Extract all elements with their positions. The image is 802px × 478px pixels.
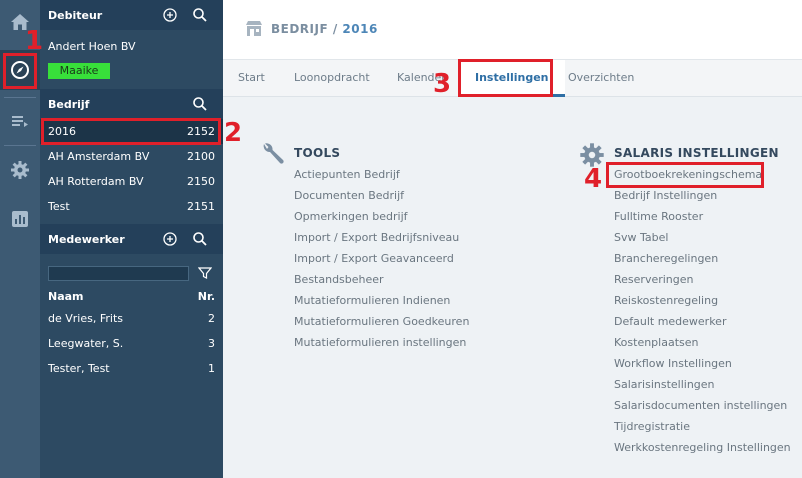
breadcrumb: BEDRIJF / 2016	[271, 22, 378, 36]
row-label: Leegwater, S.	[48, 337, 124, 350]
salaris-link[interactable]: Workflow Instellingen	[614, 357, 732, 370]
rail-divider	[4, 145, 36, 146]
tools-link[interactable]: Import / Export Geavanceerd	[294, 252, 454, 265]
salaris-link[interactable]: Reiskostenregeling	[614, 294, 718, 307]
tab-overzichten[interactable]: Overzichten	[568, 71, 634, 84]
annotation-box-compass	[3, 53, 37, 89]
employee-row[interactable]: Leegwater, S. 3	[40, 331, 223, 356]
salaris-link[interactable]: Tijdregistratie	[614, 420, 690, 433]
medewerker-header: Medewerker	[40, 224, 223, 254]
chart-icon	[12, 211, 28, 227]
annotation-number: 4	[584, 164, 603, 194]
settings-button[interactable]	[0, 150, 40, 190]
salaris-title: SALARIS INSTELLINGEN	[614, 146, 779, 160]
bedrijf-title: Bedrijf	[48, 98, 90, 111]
search-icon[interactable]	[192, 7, 208, 23]
add-circle-icon[interactable]	[162, 231, 178, 247]
tab-loonopdracht[interactable]: Loonopdracht	[294, 71, 370, 84]
annotation-number: 1	[25, 26, 44, 56]
tools-link[interactable]: Mutatieformulieren Indienen	[294, 294, 450, 307]
debiteur-name-label: Andert Hoen BV	[48, 40, 136, 53]
salaris-link[interactable]: Default medewerker	[614, 315, 726, 328]
rail-divider	[4, 97, 36, 98]
tools-link[interactable]: Mutatieformulieren Goedkeuren	[294, 315, 469, 328]
row-value: 1	[208, 362, 215, 375]
bedrijf-row[interactable]: Test 2151	[40, 194, 223, 219]
salaris-link[interactable]: Svw Tabel	[614, 231, 668, 244]
debiteur-title: Debiteur	[48, 9, 103, 22]
salaris-link[interactable]: Reserveringen	[614, 273, 694, 286]
row-value: 2150	[187, 175, 215, 188]
user-badge: Maaike	[48, 63, 110, 79]
page-header: BEDRIJF / 2016	[223, 0, 802, 60]
search-icon[interactable]	[192, 231, 208, 247]
annotation-box-tab	[458, 59, 553, 97]
filter-icon[interactable]	[198, 266, 212, 280]
salaris-link[interactable]: Fulltime Rooster	[614, 210, 703, 223]
salaris-link[interactable]: Salarisdocumenten instellingen	[614, 399, 787, 412]
list-icon	[12, 116, 28, 127]
salaris-link[interactable]: Bedrijf Instellingen	[614, 189, 717, 202]
annotation-box-bedrijf-row	[41, 118, 221, 145]
debiteur-header: Debiteur	[40, 0, 223, 30]
row-label: AH Rotterdam BV	[48, 175, 144, 188]
row-label: Test	[48, 200, 70, 213]
tools-link[interactable]: Documenten Bedrijf	[294, 189, 404, 202]
employee-table-header: Naam Nr.	[40, 285, 223, 305]
salaris-link[interactable]: Salarisinstellingen	[614, 378, 715, 391]
annotation-box-link	[606, 162, 764, 188]
bedrijf-row[interactable]: AH Amsterdam BV 2100	[40, 144, 223, 169]
gear-icon	[11, 161, 29, 179]
tools-link[interactable]: Import / Export Bedrijfsniveau	[294, 231, 459, 244]
col-name: Naam	[48, 290, 84, 303]
tools-title: TOOLS	[294, 146, 341, 160]
list-button[interactable]	[0, 101, 40, 141]
context-panel: Debiteur Andert Hoen BV Maaike Bedrijf 2…	[40, 0, 223, 478]
annotation-number: 2	[224, 118, 243, 148]
row-value: 2100	[187, 150, 215, 163]
row-label: AH Amsterdam BV	[48, 150, 150, 163]
salaris-link[interactable]: Kostenplaatsen	[614, 336, 698, 349]
breadcrumb-section[interactable]: BEDRIJF /	[271, 22, 338, 36]
search-icon[interactable]	[192, 96, 208, 112]
tools-link[interactable]: Actiepunten Bedrijf	[294, 168, 400, 181]
debiteur-name[interactable]: Andert Hoen BV	[40, 34, 223, 59]
col-nr: Nr.	[197, 290, 215, 303]
employee-row[interactable]: Tester, Test 1	[40, 356, 223, 381]
tab-start[interactable]: Start	[238, 71, 265, 84]
employee-filter-input[interactable]	[48, 266, 189, 281]
row-value: 2151	[187, 200, 215, 213]
tools-link[interactable]: Opmerkingen bedrijf	[294, 210, 408, 223]
row-label: de Vries, Frits	[48, 312, 123, 325]
row-label: Tester, Test	[48, 362, 110, 375]
reports-button[interactable]	[0, 199, 40, 239]
store-icon	[246, 21, 262, 36]
bedrijf-row[interactable]: AH Rotterdam BV 2150	[40, 169, 223, 194]
tools-link[interactable]: Bestandsbeheer	[294, 273, 384, 286]
row-value: 3	[208, 337, 215, 350]
salaris-link[interactable]: Brancheregelingen	[614, 252, 718, 265]
wrench-icon	[263, 143, 284, 164]
breadcrumb-current: 2016	[342, 22, 378, 36]
add-circle-icon[interactable]	[162, 7, 178, 23]
tools-link[interactable]: Mutatieformulieren instellingen	[294, 336, 466, 349]
medewerker-title: Medewerker	[48, 233, 125, 246]
annotation-number: 3	[433, 69, 452, 99]
row-value: 2	[208, 312, 215, 325]
bedrijf-header: Bedrijf	[40, 89, 223, 119]
employee-row[interactable]: de Vries, Frits 2	[40, 306, 223, 331]
salaris-link[interactable]: Werkkostenregeling Instellingen	[614, 441, 791, 454]
